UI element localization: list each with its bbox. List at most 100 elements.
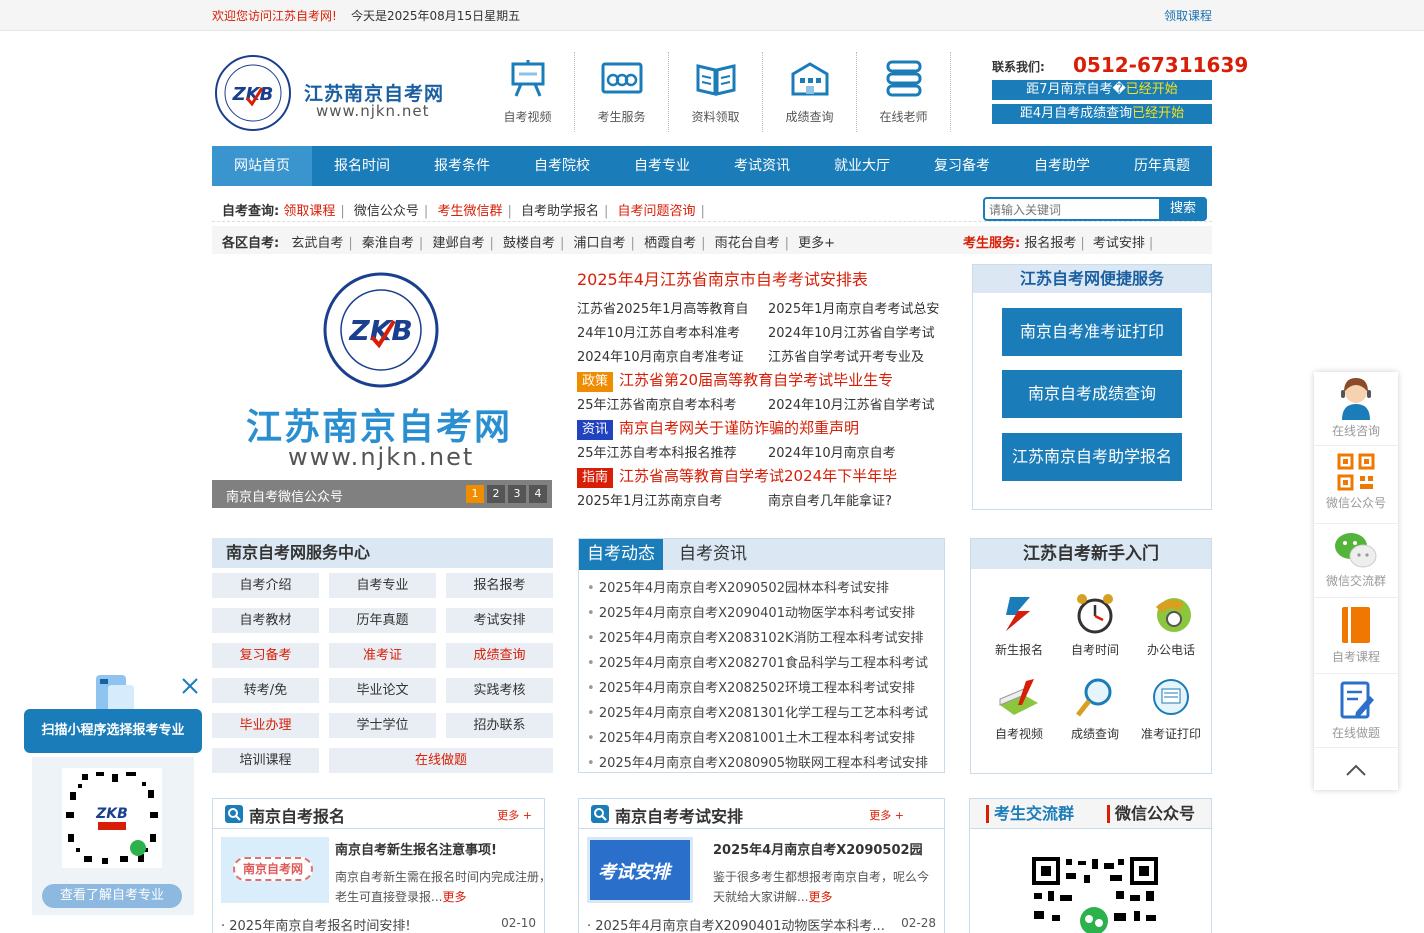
view-majors-button[interactable]: 查看了解自考专业 <box>42 884 182 908</box>
signup-thumbnail[interactable]: 南京自考网 <box>221 837 329 903</box>
tagged-headline-policy[interactable]: 政策 江苏省第20届高等教育自学考试毕业生专 <box>577 369 893 392</box>
service-center-item[interactable]: 成绩查询 <box>446 643 553 668</box>
news-link[interactable]: 江苏省自学考试开考专业及 <box>768 346 924 365</box>
nav-jobs[interactable]: 就业大厅 <box>812 146 912 186</box>
assist-signup-button[interactable]: 江苏南京自考助学报名 <box>1002 433 1182 481</box>
news-link[interactable]: 2024年10月南京自考准考证 <box>577 346 744 365</box>
news-link[interactable]: 2024年10月南京自考 <box>768 442 896 461</box>
newbie-video[interactable]: 自考视频 <box>984 675 1054 742</box>
news-link[interactable]: 2025年1月南京自考考试总安 <box>768 298 939 317</box>
exam-thumbnail[interactable]: 考试安排 <box>587 837 693 903</box>
search-input[interactable] <box>989 201 1159 219</box>
service-center-item[interactable]: 历年真题 <box>329 608 436 633</box>
service-center-item[interactable]: 在线做题 <box>329 748 553 773</box>
nav-past-papers[interactable]: 历年真题 <box>1112 146 1212 186</box>
float-online-practice[interactable]: 在线做题 <box>1314 680 1398 748</box>
tagged-headline-guide[interactable]: 指南 江苏省高等教育自学考试2024年下半年毕 <box>577 465 897 488</box>
tagged-headline-news[interactable]: 资讯 南京自考网关于谨防诈骗的郑重声明 <box>577 417 859 440</box>
nav-conditions[interactable]: 报考条件 <box>412 146 512 186</box>
region-link[interactable]: 栖霞自考 <box>644 236 696 251</box>
service-center-item[interactable]: 考试安排 <box>446 608 553 633</box>
service-center-item[interactable]: 复习备考 <box>212 643 319 668</box>
newbie-print[interactable]: 准考证打印 <box>1136 675 1206 742</box>
news-list-item[interactable]: • 2025年4月南京自考X2081301化学工程与工艺本科考试 <box>587 702 928 721</box>
region-link[interactable]: 雨花台自考 <box>715 236 780 251</box>
box-headline[interactable]: 南京自考新生报名注意事项! <box>335 839 497 858</box>
close-icon[interactable] <box>179 675 201 697</box>
score-query-button[interactable]: 南京自考成绩查询 <box>1002 370 1182 418</box>
news-link[interactable]: 2024年10月江苏省自学考试 <box>768 322 935 341</box>
service-center-item[interactable]: 自考教材 <box>212 608 319 633</box>
region-link[interactable]: 鼓楼自考 <box>503 236 555 251</box>
service-center-item[interactable]: 准考证 <box>329 643 436 668</box>
more-link[interactable]: 更多 + <box>869 807 904 823</box>
news-list-item[interactable]: • 2025年4月南京自考X2082701食品科学与工程本科考试 <box>587 652 928 671</box>
service-link-exam[interactable]: 考试安排 <box>1093 236 1145 251</box>
float-online-consult[interactable]: 在线咨询 <box>1314 376 1398 446</box>
header-nav-materials[interactable]: 资料领取 <box>669 52 763 132</box>
main-headline[interactable]: 2025年4月江苏省南京市自考考试安排表 <box>577 266 868 290</box>
query-link-assist[interactable]: 自考助学报名 <box>521 204 599 219</box>
slider-dot-1[interactable]: 1 <box>466 485 484 503</box>
news-link[interactable]: 2025年1月江苏南京自考 <box>577 490 722 509</box>
nav-signup-time[interactable]: 报名时间 <box>312 146 412 186</box>
tab-wechat-official[interactable]: 微信公众号 <box>1107 805 1195 823</box>
newbie-signup[interactable]: 新生报名 <box>984 591 1054 658</box>
read-more-link[interactable]: 更多 <box>808 890 832 904</box>
news-list-item[interactable]: • 2025年4月南京自考X2090401动物医学本科考试安排 <box>587 602 915 621</box>
slider-dot-2[interactable]: 2 <box>487 485 505 503</box>
service-center-item[interactable]: 招办联系 <box>446 713 553 738</box>
news-list-item[interactable]: • 2025年4月南京自考X2081001土木工程本科考试安排 <box>587 727 915 746</box>
region-link[interactable]: 建邺自考 <box>432 236 484 251</box>
service-center-item[interactable]: 报名报考 <box>446 573 553 598</box>
tab-dynamics[interactable]: 自考动态 <box>579 539 663 570</box>
search-button[interactable]: 搜索 <box>1159 197 1207 221</box>
query-link-course[interactable]: 领取课程 <box>283 204 335 219</box>
service-center-item[interactable]: 自考介绍 <box>212 573 319 598</box>
service-center-item[interactable]: 培训课程 <box>212 748 319 773</box>
newbie-score[interactable]: 成绩查询 <box>1060 675 1130 742</box>
service-center-item[interactable]: 转考/免 <box>212 678 319 703</box>
site-logo[interactable]: ZKB <box>214 54 292 132</box>
nav-colleges[interactable]: 自考院校 <box>512 146 612 186</box>
news-link[interactable]: 2024年10月江苏省自学考试 <box>768 394 935 413</box>
news-link[interactable]: 江苏省2025年1月高等教育自 <box>577 298 748 317</box>
header-nav-service[interactable]: 考生服务 <box>575 52 669 132</box>
header-nav-teacher[interactable]: 在线老师 <box>857 52 951 132</box>
float-courses[interactable]: 自考课程 <box>1314 604 1398 674</box>
admission-ticket-button[interactable]: 南京自考准考证打印 <box>1002 308 1182 356</box>
news-link[interactable]: 25年江苏自考本科报名推荐 <box>577 442 737 461</box>
query-link-consult[interactable]: 自考问题咨询 <box>618 204 696 219</box>
read-more-link[interactable]: 更多 <box>442 890 466 904</box>
box-headline[interactable]: 2025年4月南京自考X2090502园 <box>713 839 923 858</box>
nav-assist[interactable]: 自考助学 <box>1012 146 1112 186</box>
service-center-item[interactable]: 学士学位 <box>329 713 436 738</box>
region-more-link[interactable]: 更多+ <box>798 236 835 251</box>
service-link-signup[interactable]: 报名报考 <box>1024 236 1076 251</box>
nav-majors[interactable]: 自考专业 <box>612 146 712 186</box>
news-list-item[interactable]: • 2025年4月南京自考X2083102K消防工程本科考试安排 <box>587 627 924 646</box>
newbie-time[interactable]: 自考时间 <box>1060 591 1130 658</box>
list-item[interactable]: · 2025年4月南京自考X2090401动物医学本科考... <box>587 915 885 933</box>
nav-home[interactable]: 网站首页 <box>212 146 312 186</box>
region-link[interactable]: 浦口自考 <box>574 236 626 251</box>
service-center-item[interactable]: 自考专业 <box>329 573 436 598</box>
float-wechat-official[interactable]: 微信公众号 <box>1314 452 1398 524</box>
region-link[interactable]: 玄武自考 <box>291 236 343 251</box>
tab-info[interactable]: 自考资讯 <box>679 539 747 570</box>
news-link[interactable]: 25年江苏省南京自考本科考 <box>577 394 737 413</box>
news-list-item[interactable]: • 2025年4月南京自考X2090502园林本科考试安排 <box>587 577 889 596</box>
tab-student-group[interactable]: 考生交流群 <box>986 805 1074 823</box>
service-center-item[interactable]: 实践考核 <box>446 678 553 703</box>
slider-dot-3[interactable]: 3 <box>508 485 526 503</box>
list-item[interactable]: · 2025年南京自考报名时间安排! <box>221 915 411 933</box>
query-link-group[interactable]: 考生微信群 <box>437 204 502 219</box>
get-course-link[interactable]: 领取课程 <box>1164 7 1212 24</box>
more-link[interactable]: 更多 + <box>497 807 532 823</box>
newbie-phone[interactable]: 办公电话 <box>1136 591 1206 658</box>
nav-review[interactable]: 复习备考 <box>912 146 1012 186</box>
service-center-item[interactable]: 毕业办理 <box>212 713 319 738</box>
news-list-item[interactable]: • 2025年4月南京自考X2080905物联网工程本科考试安排 <box>587 752 928 771</box>
service-center-item[interactable]: 毕业论文 <box>329 678 436 703</box>
header-nav-video[interactable]: 自考视频 <box>481 52 575 132</box>
